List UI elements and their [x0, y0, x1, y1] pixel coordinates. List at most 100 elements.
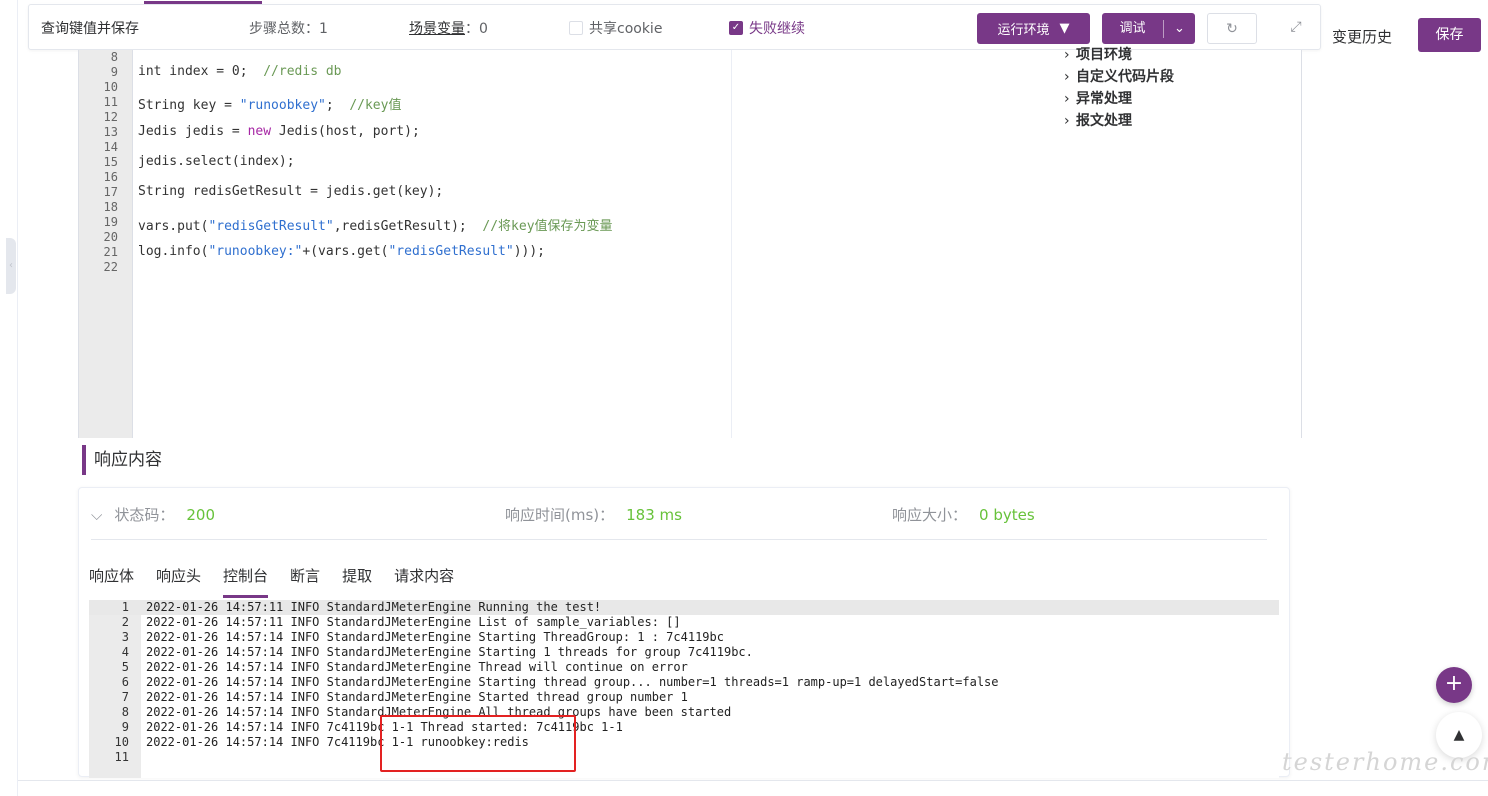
change-history-link[interactable]: 变更历史 [1332, 26, 1392, 47]
line-number: 10 [103, 80, 118, 94]
chevron-down-icon[interactable]: ⌵ [91, 506, 102, 524]
fail-continue-label: 失败继续 [749, 21, 805, 37]
run-environment-label: 运行环境 [997, 23, 1050, 38]
refresh-button[interactable]: ↻ [1207, 13, 1257, 44]
save-button[interactable]: 保存 [1418, 18, 1481, 52]
line-number: 11 [103, 95, 118, 109]
code-token: ; [325, 98, 350, 113]
share-cookie-checkbox[interactable]: 共享cookie [569, 18, 662, 38]
debug-button[interactable]: 调试 ⌄ [1102, 13, 1195, 44]
scenario-variables-link[interactable]: 场景变量 [409, 21, 465, 37]
console-output[interactable]: 1 2022-01-26 14:57:11 INFO StandardJMeter… [89, 600, 1279, 778]
console-line-text: 2022-01-26 14:57:14 INFO StandardJMeterE… [146, 675, 999, 689]
code-token: jedis.select(index); [138, 154, 295, 169]
line-number: 9 [110, 65, 118, 79]
collapse-handle[interactable]: ‹ [6, 238, 16, 294]
console-line: 5 2022-01-26 14:57:14 INFO StandardJMeter… [89, 660, 1279, 675]
highlight-box [380, 715, 576, 772]
expand-icon[interactable]: ⤢ [1284, 15, 1308, 39]
line-number: 17 [103, 185, 118, 199]
refresh-icon: ↻ [1226, 20, 1238, 37]
console-line: 8 2022-01-26 14:57:14 INFO StandardJMeter… [89, 705, 1279, 720]
share-cookie-label: 共享cookie [589, 21, 663, 37]
checkbox-icon[interactable] [569, 21, 583, 35]
code-token: log.info( [138, 244, 209, 259]
console-line-number: 9 [121, 720, 129, 734]
snippet-item[interactable]: › 异常处理 [1064, 88, 1174, 110]
snippet-item[interactable]: › 项目环境 [1064, 44, 1174, 66]
snippet-item[interactable]: › 报文处理 [1064, 110, 1174, 132]
response-tab[interactable]: 断言 [290, 562, 320, 598]
code-line[interactable]: String redisGetResult = jedis.get(key); [138, 184, 443, 199]
code-token: Jedis jedis = [138, 124, 248, 139]
code-line[interactable]: String key = "runoobkey"; //key值 [138, 94, 401, 113]
chevron-right-icon: › [1064, 91, 1070, 107]
code-token: new [247, 124, 272, 139]
console-line-number: 4 [121, 645, 129, 659]
console-line-number: 7 [121, 690, 129, 704]
chevron-right-icon: › [1064, 47, 1070, 63]
line-number: 18 [103, 200, 118, 214]
console-line-number: 5 [121, 660, 129, 674]
console-line-number: 11 [114, 750, 129, 764]
chevron-right-icon: › [1064, 69, 1070, 85]
run-environment-button[interactable]: 运行环境 ▼ [977, 13, 1090, 44]
code-area[interactable]: int index = 0; //redis db String key = "r… [138, 50, 728, 438]
fail-continue-checkbox[interactable]: ✓ 失败继续 [729, 18, 805, 38]
chevron-down-icon[interactable]: ⌄ [1164, 21, 1195, 36]
snippet-item[interactable]: › 自定义代码片段 [1064, 66, 1174, 88]
response-tab[interactable]: 响应头 [156, 562, 201, 598]
console-line-number: 3 [121, 630, 129, 644]
response-time-label: 响应时间(ms)： [505, 506, 615, 524]
code-line[interactable]: Jedis jedis = new Jedis(host, port); [138, 124, 420, 139]
console-line-text: 2022-01-26 14:57:14 INFO StandardJMeterE… [146, 660, 688, 674]
code-token: "runoobkey:" [208, 244, 303, 259]
code-token: Jedis(host, port); [271, 124, 420, 139]
response-tab[interactable]: 请求内容 [394, 562, 454, 598]
response-time-value: 183 ms [626, 506, 682, 524]
line-number: 16 [103, 170, 118, 184]
scenario-title: 查询键值并保存 [41, 21, 139, 37]
line-number: 13 [103, 125, 118, 139]
plus-icon[interactable]: + [1436, 667, 1472, 703]
snippet-label: 自定义代码片段 [1076, 69, 1174, 85]
console-line-number: 8 [121, 705, 129, 719]
scenario-variables[interactable]: 场景变量：0 [409, 18, 488, 38]
code-token: ,redisGetResult); [333, 219, 483, 234]
console-line: 10 2022-01-26 14:57:14 INFO 7c4119bc 1-1 … [89, 735, 1279, 750]
console-line: 4 2022-01-26 14:57:14 INFO StandardJMeter… [89, 645, 1279, 660]
console-line: 6 2022-01-26 14:57:14 INFO StandardJMeter… [89, 675, 1279, 690]
console-line: 3 2022-01-26 14:57:14 INFO StandardJMeter… [89, 630, 1279, 645]
snippet-panel: › 项目环境 › 自定义代码片段 › 异常处理 › 报文处理 [1064, 44, 1174, 132]
response-section-title: 响应内容 [82, 445, 162, 475]
console-line: 9 2022-01-26 14:57:14 INFO 7c4119bc 1-1 T… [89, 720, 1279, 735]
console-line-text: 2022-01-26 14:57:14 INFO StandardJMeterE… [146, 630, 724, 644]
code-line[interactable]: int index = 0; //redis db [138, 64, 342, 79]
active-tab-indicator [144, 1, 262, 4]
console-line-text: 2022-01-26 14:57:11 INFO StandardJMeterE… [146, 615, 681, 629]
console-line: 2 2022-01-26 14:57:11 INFO StandardJMeter… [89, 615, 1279, 630]
checkbox-checked-icon[interactable]: ✓ [729, 21, 743, 35]
code-token: "redisGetResult" [388, 244, 514, 259]
response-summary: ⌵ 状态码： 200 响应时间(ms)： 183 ms 响应大小： 0 bytes [91, 502, 1267, 540]
console-line-number: 10 [114, 735, 129, 749]
code-token: //redis db [263, 64, 342, 79]
response-tab[interactable]: 响应体 [89, 562, 134, 598]
script-editor[interactable]: 8 9 10 11 12 13 14 15 16 17 18 19 20 21 22 int index =… [78, 47, 1302, 438]
left-strip: ‹ [0, 0, 18, 796]
response-tab[interactable]: 控制台 [223, 562, 269, 598]
code-token: "redisGetResult" [208, 219, 334, 234]
code-line[interactable]: log.info("runoobkey:"+(vars.get("redisGe… [138, 244, 545, 259]
console-line-text: 2022-01-26 14:57:11 INFO StandardJMeterE… [146, 600, 602, 614]
debug-label[interactable]: 调试 [1102, 19, 1164, 38]
bottom-divider [18, 780, 1488, 781]
response-size-label: 响应大小： [892, 506, 968, 524]
code-line[interactable]: jedis.select(index); [138, 154, 295, 169]
response-tab[interactable]: 提取 [342, 562, 372, 598]
snippet-label: 项目环境 [1076, 47, 1132, 63]
console-line-text: 2022-01-26 14:57:14 INFO StandardJMeterE… [146, 690, 688, 704]
code-token: //将key值保存为变量 [482, 219, 613, 234]
line-number: 21 [103, 245, 118, 259]
code-line[interactable]: vars.put("redisGetResult",redisGetResult… [138, 215, 613, 234]
line-number: 19 [103, 215, 118, 229]
